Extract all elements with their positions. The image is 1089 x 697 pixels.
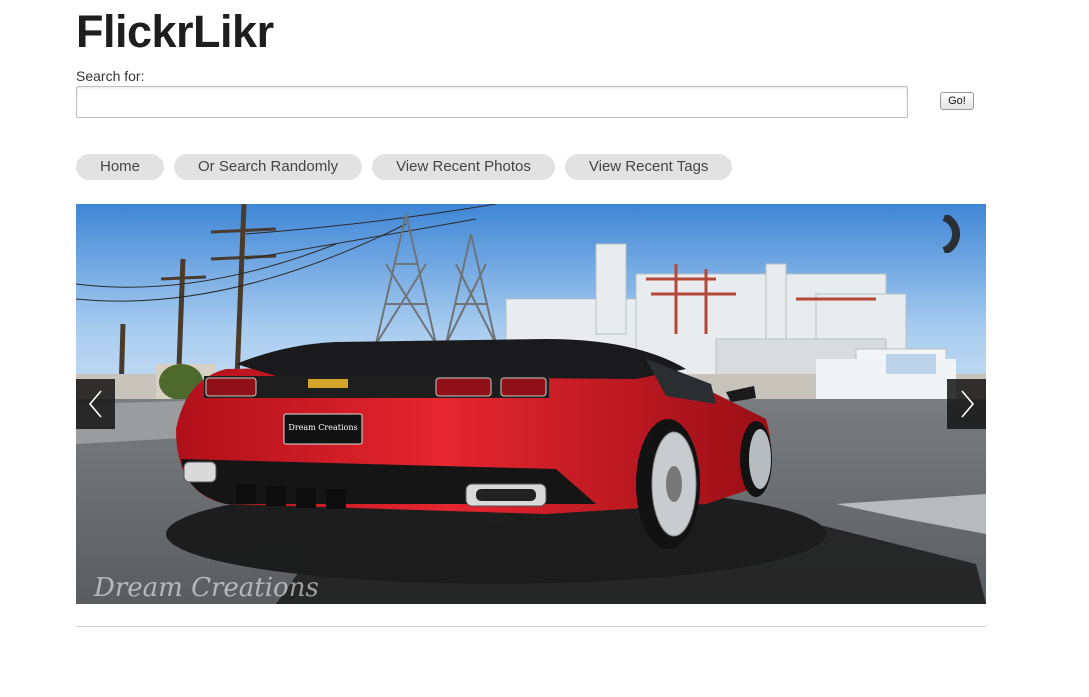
go-button[interactable]: Go! (940, 92, 974, 110)
search-label: Search for: (76, 68, 145, 84)
slider-prev-button[interactable] (76, 379, 115, 429)
nav-recent-photos-button[interactable]: View Recent Photos (372, 154, 555, 180)
slide-photo: Dream Creations Dream Creations (76, 204, 986, 604)
loading-spinner-icon (942, 215, 961, 253)
nav-recent-tags-button[interactable]: View Recent Tags (564, 154, 733, 180)
plate-text: Dream Creations (288, 423, 357, 432)
search-input[interactable] (76, 86, 908, 118)
app-title: FlickrLikr (76, 6, 274, 57)
divider (76, 626, 986, 627)
nav-home-button[interactable]: Home (76, 154, 165, 180)
chevron-right-icon (960, 390, 974, 418)
photo-watermark: Dream Creations (93, 573, 319, 603)
photo-slider: Dream Creations Dream Creations (76, 204, 986, 604)
chevron-left-icon (88, 390, 102, 418)
nav-search-randomly-button[interactable]: Or Search Randomly (174, 154, 363, 180)
slider-next-button[interactable] (947, 379, 986, 429)
nav-bar: Home Or Search Randomly View Recent Phot… (76, 154, 733, 180)
